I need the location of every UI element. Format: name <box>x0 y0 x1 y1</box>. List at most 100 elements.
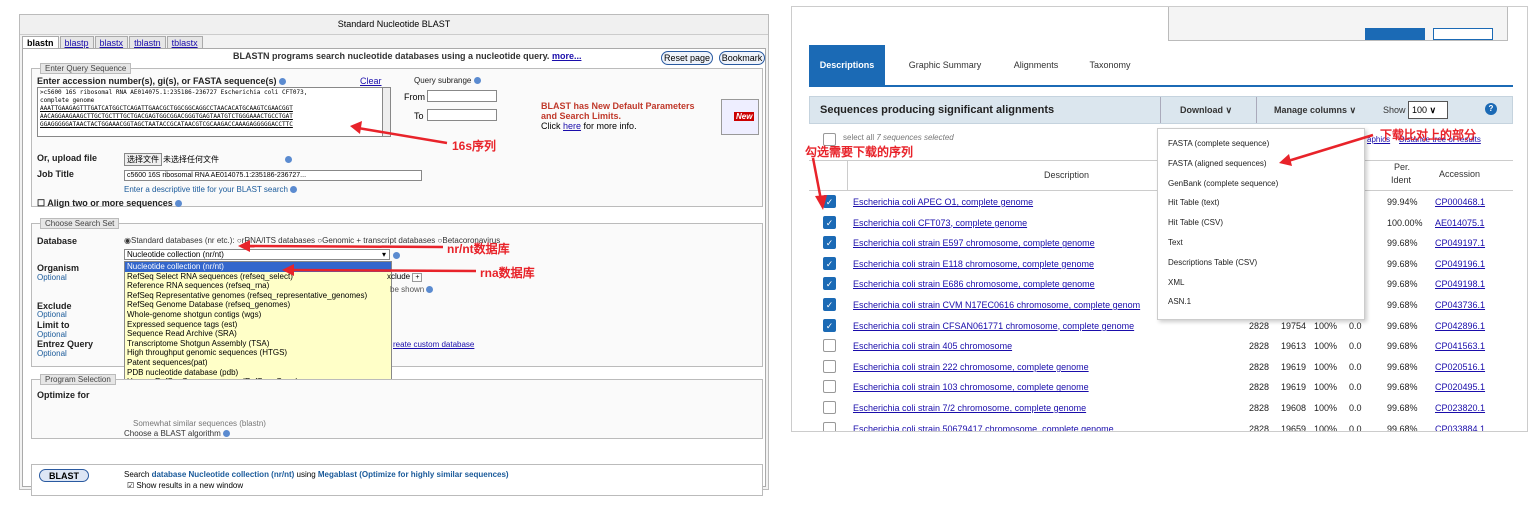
row-accession-link[interactable]: CP042896.1 <box>1435 316 1485 336</box>
exclude-organism[interactable]: xclude + <box>387 272 423 282</box>
row-checkbox[interactable]: ✓ <box>823 215 836 229</box>
row-checkbox[interactable]: ✓ <box>823 256 836 270</box>
textarea-scrollbar[interactable] <box>382 87 391 137</box>
row-accession-link[interactable]: CP020495.1 <box>1435 377 1485 397</box>
manage-columns-button[interactable]: Manage columns ∨ <box>1274 105 1356 116</box>
row-description-link[interactable]: Escherichia coli strain CVM N17EC0616 ch… <box>853 295 1140 315</box>
download-menu-item[interactable]: FASTA (complete sequence) <box>1168 139 1269 148</box>
create-custom-db-link[interactable]: reate custom database <box>393 340 474 349</box>
more-link[interactable]: more... <box>552 51 582 61</box>
table-row[interactable]: Escherichia coli strain 222 chromosome, … <box>809 357 1513 377</box>
row-description-link[interactable]: Escherichia coli CFT073, complete genome <box>853 213 1027 233</box>
row-accession-link[interactable]: CP000468.1 <box>1435 192 1485 212</box>
database-option[interactable]: Expressed sequence tags (est) <box>125 320 391 330</box>
to-input[interactable] <box>427 109 497 121</box>
help-icon[interactable] <box>175 200 183 208</box>
row-description-link[interactable]: Escherichia coli strain 405 chromosome <box>853 336 1012 356</box>
download-menu-item[interactable]: FASTA (aligned sequences) <box>1168 159 1267 168</box>
row-accession-link[interactable]: CP023820.1 <box>1435 398 1485 418</box>
help-icon[interactable] <box>473 77 481 85</box>
database-option[interactable]: RefSeq Representative genomes (refseq_re… <box>125 291 391 301</box>
tab-taxonomy[interactable]: Taxonomy <box>1080 45 1140 85</box>
help-icon[interactable] <box>223 430 231 438</box>
bookmark-button[interactable]: Bookmark <box>719 51 765 65</box>
col-accession[interactable]: Accession <box>1439 169 1480 179</box>
row-description-link[interactable]: Escherichia coli strain 50679417 chromos… <box>853 419 1114 431</box>
row-description-link[interactable]: Escherichia coli strain CFSAN061771 chro… <box>853 316 1134 336</box>
database-option[interactable]: PDB nucleotide database (pdb) <box>125 368 391 378</box>
dissimilar-radio[interactable]: Somewhat similar sequences (blastn) <box>133 419 266 428</box>
download-menu-item[interactable]: Text <box>1168 238 1183 247</box>
row-checkbox[interactable]: ✓ <box>823 298 836 311</box>
help-icon[interactable] <box>426 286 434 294</box>
database-option[interactable]: Whole-genome shotgun contigs (wgs) <box>125 310 391 320</box>
radio-rrna[interactable]: ○rRNA/ITS databases <box>237 236 315 245</box>
row-accession-link[interactable]: CP033884.1 <box>1435 419 1485 431</box>
table-row[interactable]: Escherichia coli strain 7/2 chromosome, … <box>809 398 1513 418</box>
database-option[interactable]: Nucleotide collection (nr/nt) <box>125 262 391 272</box>
database-option[interactable]: RefSeq Select RNA sequences (refseq_sele… <box>125 272 391 282</box>
help-icon[interactable]: ? <box>1485 103 1497 115</box>
plus-icon[interactable]: + <box>412 273 423 282</box>
show-count-select[interactable]: 100 ∨ <box>1408 101 1448 119</box>
job-title-input[interactable]: c5600 16S ribosomal RNA AE014075.1:23518… <box>124 170 422 181</box>
help-icon[interactable] <box>279 78 287 86</box>
choose-file-button[interactable]: 选择文件 <box>124 153 162 166</box>
new-window-checkbox[interactable]: ☑ Show results in a new window <box>127 481 243 490</box>
col-per[interactable]: Per. <box>1394 162 1410 172</box>
col-description[interactable]: Description <box>1044 170 1089 180</box>
row-checkbox[interactable] <box>823 339 836 353</box>
table-row[interactable]: Escherichia coli strain 405 chromosome 28… <box>809 336 1513 356</box>
database-option[interactable]: Patent sequences(pat) <box>125 358 391 368</box>
row-description-link[interactable]: Escherichia coli strain E686 chromosome,… <box>853 274 1095 294</box>
row-checkbox[interactable]: ✓ <box>823 277 836 291</box>
notice-here-link[interactable]: here <box>563 121 581 131</box>
table-row[interactable]: Escherichia coli strain 50679417 chromos… <box>809 419 1513 431</box>
help-icon[interactable] <box>290 186 298 194</box>
database-option[interactable]: Sequence Read Archive (SRA) <box>125 329 391 339</box>
row-checkbox[interactable]: ✓ <box>823 236 836 250</box>
tab-alignments[interactable]: Alignments <box>1002 45 1070 85</box>
clear-link[interactable]: Clear <box>360 76 382 86</box>
radio-genomic[interactable]: ○Genomic + transcript databases <box>317 236 435 245</box>
reset-page-button[interactable]: Reset page <box>661 51 713 65</box>
tab-descriptions[interactable]: Descriptions <box>809 45 885 85</box>
from-input[interactable] <box>427 90 497 102</box>
blast-button[interactable]: BLAST <box>39 469 89 482</box>
row-checkbox[interactable]: ✓ <box>823 195 836 208</box>
row-accession-link[interactable]: CP049196.1 <box>1435 254 1485 274</box>
row-description-link[interactable]: Escherichia coli strain 103 chromosome, … <box>853 377 1089 397</box>
database-select[interactable]: Nucleotide collection (nr/nt) ▾ <box>124 249 390 260</box>
database-option[interactable]: High throughput genomic sequences (HTGS) <box>125 348 391 358</box>
download-menu-button[interactable]: Download ∨ <box>1180 105 1232 116</box>
database-option[interactable]: Transcriptome Shotgun Assembly (TSA) <box>125 339 391 349</box>
row-description-link[interactable]: Escherichia coli APEC O1, complete genom… <box>853 192 1033 212</box>
download-menu-item[interactable]: ASN.1 <box>1168 297 1191 306</box>
table-row[interactable]: Escherichia coli strain 103 chromosome, … <box>809 377 1513 397</box>
row-checkbox[interactable] <box>823 359 836 373</box>
row-accession-link[interactable]: CP043736.1 <box>1435 295 1485 315</box>
row-description-link[interactable]: Escherichia coli strain 7/2 chromosome, … <box>853 398 1086 418</box>
download-menu-item[interactable]: Descriptions Table (CSV) <box>1168 258 1257 267</box>
row-accession-link[interactable]: CP041563.1 <box>1435 336 1485 356</box>
row-checkbox[interactable] <box>823 421 836 431</box>
help-icon[interactable] <box>285 156 292 163</box>
database-option[interactable]: RefSeq Genome Database (refseq_genomes) <box>125 300 391 310</box>
download-menu-item[interactable]: XML <box>1168 278 1184 287</box>
row-checkbox[interactable] <box>823 380 836 394</box>
row-accession-link[interactable]: CP049197.1 <box>1435 233 1485 253</box>
download-menu-item[interactable]: Hit Table (text) <box>1168 198 1219 207</box>
toolbar-outline-button[interactable] <box>1433 28 1493 40</box>
align-two-checkbox[interactable]: ☐ Align two or more sequences <box>37 198 183 209</box>
row-description-link[interactable]: Escherichia coli strain E597 chromosome,… <box>853 233 1095 253</box>
row-description-link[interactable]: Escherichia coli strain E118 chromosome,… <box>853 254 1094 274</box>
download-menu-item[interactable]: GenBank (complete sequence) <box>1168 179 1278 188</box>
sequence-textarea[interactable]: >c5600 16S ribosomal RNA AE014075.1:2351… <box>37 87 389 137</box>
tab-graphic-summary[interactable]: Graphic Summary <box>900 45 990 85</box>
row-checkbox[interactable]: ✓ <box>823 318 836 332</box>
row-checkbox[interactable] <box>823 401 836 414</box>
database-option[interactable]: Reference RNA sequences (refseq_rna) <box>125 281 391 291</box>
row-accession-link[interactable]: AE014075.1 <box>1435 213 1485 233</box>
toolbar-blue-button[interactable] <box>1365 28 1425 40</box>
radio-standard[interactable]: ◉Standard databases (nr etc.): <box>124 236 235 245</box>
